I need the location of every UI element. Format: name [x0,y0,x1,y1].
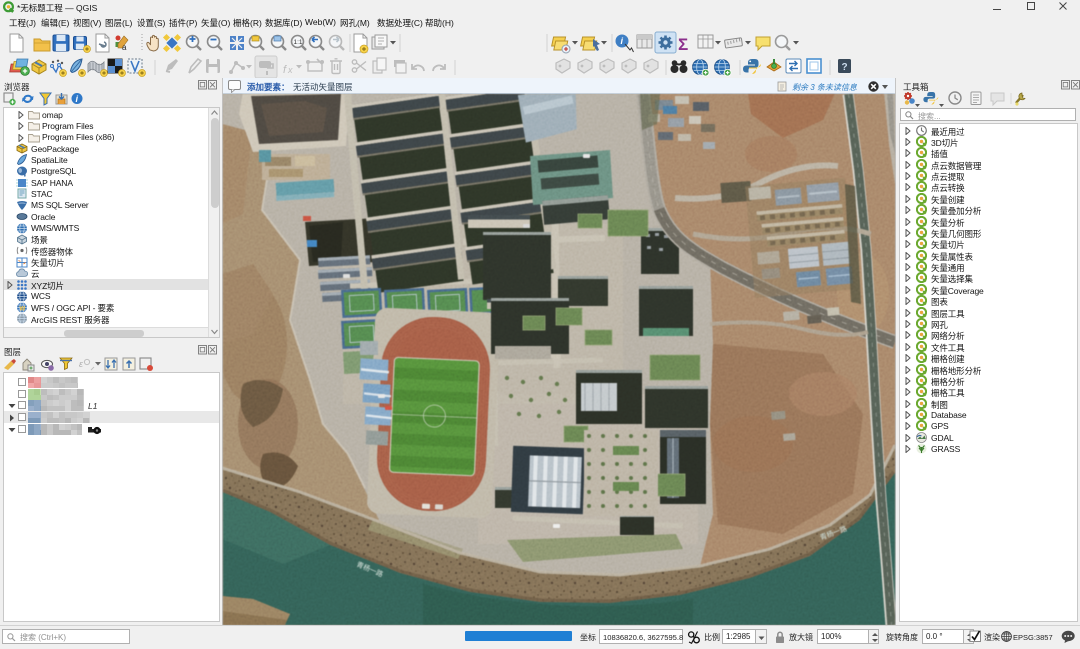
svg-text:ε: ε [79,359,84,369]
svg-text:a: a [122,43,127,52]
svg-text:x: x [287,65,293,75]
svg-text:Σ: Σ [678,35,688,54]
svg-text:f: f [283,64,287,76]
svg-text:?: ? [842,62,848,73]
svg-text:W: W [20,306,26,312]
svg-text:1:1: 1:1 [294,39,303,46]
